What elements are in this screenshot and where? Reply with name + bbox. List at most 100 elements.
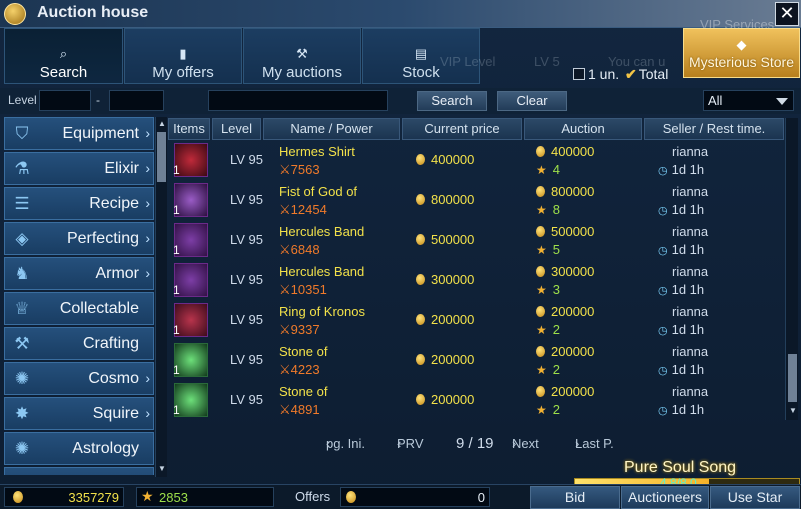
rest-time: ◷ 1d 1h bbox=[658, 362, 704, 377]
header-level[interactable]: Level bbox=[212, 118, 261, 140]
category-collectable[interactable]: ♕ Collectable bbox=[4, 292, 154, 325]
category-perfecting[interactable]: ◈ Perfecting › bbox=[4, 222, 154, 255]
auctioneers-button[interactable]: Auctioneers bbox=[621, 486, 709, 509]
star-icon: ★ bbox=[536, 283, 547, 297]
scroll-down-icon[interactable]: ▼ bbox=[788, 406, 798, 416]
table-row[interactable]: 1 LV 95 Hercules Band ⚔10351 300000 3000… bbox=[168, 261, 784, 299]
header-current-price[interactable]: Current price bbox=[402, 118, 522, 140]
bid-button[interactable]: Bid bbox=[530, 486, 620, 509]
clear-button[interactable]: Clear bbox=[497, 91, 567, 111]
pure-soul-song-title: Pure Soul Song bbox=[624, 459, 737, 476]
header-name-power[interactable]: Name / Power bbox=[263, 118, 400, 140]
scrollbar-thumb[interactable] bbox=[788, 354, 797, 402]
chevron-right-icon: › bbox=[145, 125, 150, 141]
chevron-right-icon: › bbox=[145, 370, 150, 386]
scroll-up-icon[interactable]: ▲ bbox=[157, 119, 167, 129]
chevron-right-icon: › bbox=[145, 265, 150, 281]
scrollbar-thumb[interactable] bbox=[157, 132, 166, 182]
tab-my-auctions[interactable]: ⚒ My auctions bbox=[243, 28, 361, 84]
auction-gold-value: 200000 bbox=[551, 344, 595, 359]
mysterious-store-button[interactable]: ◆ Mysterious Store bbox=[683, 28, 800, 78]
vip-lv-background-text: LV 5 bbox=[534, 54, 560, 69]
auction-gold: 200000 bbox=[536, 384, 594, 399]
tab-label: Search bbox=[39, 64, 88, 81]
item-level: LV 95 bbox=[230, 232, 264, 247]
item-power: ⚔6848 bbox=[279, 242, 320, 258]
table-row[interactable]: 1 LV 95 Hermes Shirt ⚔7563 400000 400000… bbox=[168, 141, 784, 179]
table-row[interactable]: 1 LV 95 Hercules Band ⚔6848 500000 50000… bbox=[168, 221, 784, 259]
clock-icon: ◷ bbox=[658, 285, 668, 297]
item-level: LV 95 bbox=[230, 192, 264, 207]
category-astrology[interactable]: ✺ Astrology bbox=[4, 432, 154, 465]
table-row[interactable]: 1 LV 95 Ring of Kronos ⚔9337 200000 2000… bbox=[168, 301, 784, 339]
category-equipment[interactable]: ⛉ Equipment › bbox=[4, 117, 154, 150]
category-crafting[interactable]: ⚒ Crafting bbox=[4, 327, 154, 360]
category-recipe[interactable]: ☰ Recipe › bbox=[4, 187, 154, 220]
header-auction[interactable]: Auction bbox=[524, 118, 642, 140]
seller-name: rianna bbox=[672, 144, 709, 159]
auction-star: ★ 2 bbox=[536, 402, 560, 417]
swords-icon: ⚔ bbox=[279, 162, 291, 177]
category-cosmo[interactable]: ✺ Cosmo › bbox=[4, 362, 154, 395]
category-partial[interactable]: ✺ bbox=[4, 467, 154, 475]
tab-search[interactable]: ⌕ Search bbox=[4, 28, 123, 84]
auction-star-value: 8 bbox=[552, 202, 560, 217]
star-icon: ★ bbox=[536, 363, 547, 377]
auction-star-value: 3 bbox=[552, 282, 560, 297]
tab-my-offers[interactable]: ▮ My offers bbox=[124, 28, 242, 84]
mysterious-store-label: Mysterious Store bbox=[688, 54, 795, 70]
chevron-right-icon: › bbox=[512, 436, 517, 451]
rest-time-value: 1d 1h bbox=[671, 162, 705, 177]
category-elixir[interactable]: ⚗ Elixir › bbox=[4, 152, 154, 185]
one-unit-checkbox[interactable]: 1 un. bbox=[573, 66, 619, 82]
total-checkbox[interactable]: ✔ Total bbox=[625, 66, 668, 83]
star-balance-value: 2853 bbox=[159, 490, 188, 505]
auction-gold-value: 300000 bbox=[551, 264, 595, 279]
seller-name: rianna bbox=[672, 304, 709, 319]
title-bar: Auction house VIP Services ✕ bbox=[0, 0, 801, 32]
gold-coin-icon bbox=[416, 314, 425, 325]
use-star-button[interactable]: Use Star bbox=[710, 486, 800, 509]
tab-bar: ⌕ Search ▮ My offers ⚒ My auctions ▤ Sto… bbox=[0, 28, 801, 84]
filter-bar: Level - Search Clear All bbox=[0, 88, 801, 114]
header-seller-rest-time[interactable]: Seller / Rest time. bbox=[644, 118, 784, 140]
category-select-value: All bbox=[708, 93, 723, 108]
offer-input[interactable]: 0 bbox=[340, 487, 490, 507]
gold-balance: 3357279 bbox=[4, 487, 124, 507]
gold-coin-icon bbox=[536, 186, 545, 197]
star-balance: ★ 2853 bbox=[136, 487, 274, 507]
gold-coin-icon bbox=[536, 306, 545, 317]
item-power-value: 10351 bbox=[290, 282, 327, 297]
star-icon: ★ bbox=[536, 323, 547, 337]
item-level: LV 95 bbox=[230, 312, 264, 327]
category-list: ⛉ Equipment › ⚗ Elixir › ☰ Recipe › ◈ Pe… bbox=[4, 117, 154, 475]
search-input[interactable] bbox=[208, 90, 388, 111]
one-unit-label: 1 un. bbox=[588, 66, 620, 82]
clock-icon: ◷ bbox=[658, 205, 668, 217]
current-price: 800000 bbox=[416, 192, 474, 207]
level-min-input[interactable] bbox=[39, 90, 91, 111]
table-row[interactable]: 1 LV 95 Fist of God of ⚔12454 800000 800… bbox=[168, 181, 784, 219]
category-squire[interactable]: ✸ Squire › bbox=[4, 397, 154, 430]
category-scrollbar[interactable]: ▲ ▼ bbox=[155, 117, 167, 477]
current-price: 200000 bbox=[416, 392, 474, 407]
item-power: ⚔12454 bbox=[279, 202, 327, 218]
category-select[interactable]: All bbox=[703, 90, 794, 111]
gold-coin-icon bbox=[536, 266, 545, 277]
total-label: Total bbox=[638, 66, 669, 82]
item-name: Fist of God of bbox=[279, 184, 358, 199]
table-row[interactable]: 1 LV 95 Stone of ⚔4223 200000 200000 ★ 2 … bbox=[168, 341, 784, 379]
swords-icon: ⚔ bbox=[279, 282, 291, 297]
search-button[interactable]: Search bbox=[417, 91, 487, 111]
header-items[interactable]: Items bbox=[168, 118, 210, 140]
clock-icon: ◷ bbox=[658, 245, 668, 257]
level-max-input[interactable] bbox=[109, 90, 164, 111]
scroll-down-icon[interactable]: ▼ bbox=[157, 464, 167, 474]
auction-gold: 200000 bbox=[536, 344, 594, 359]
current-price-value: 200000 bbox=[431, 312, 475, 327]
category-label: Collectable bbox=[59, 300, 139, 317]
category-armor[interactable]: ♞ Armor › bbox=[4, 257, 154, 290]
table-scrollbar[interactable]: ▼ bbox=[785, 118, 798, 420]
table-row[interactable]: 1 LV 95 Stone of ⚔4891 200000 200000 ★ 2 … bbox=[168, 381, 784, 419]
close-button[interactable]: ✕ bbox=[775, 2, 799, 26]
